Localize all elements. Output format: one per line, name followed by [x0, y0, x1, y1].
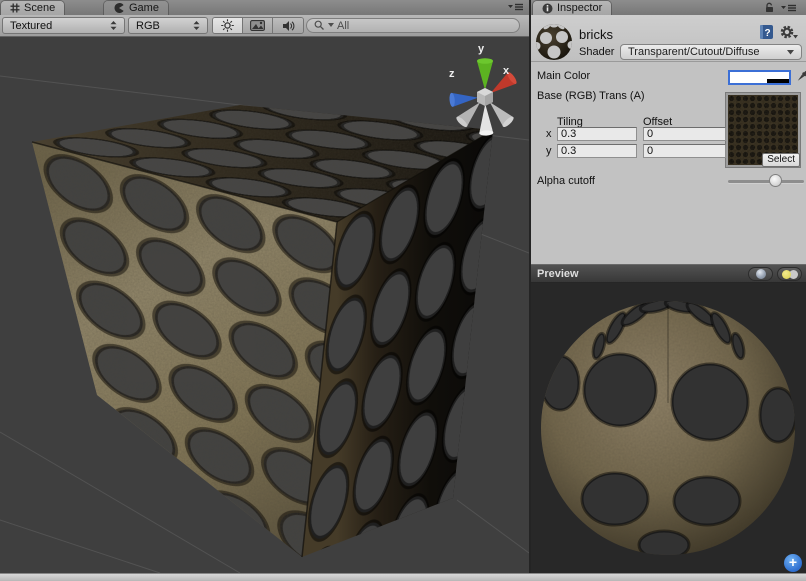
skybox-toggle-button[interactable] — [243, 18, 273, 33]
search-value: All — [337, 20, 349, 32]
main-color-swatch[interactable] — [728, 70, 791, 85]
scene-viewport[interactable]: y x z — [0, 37, 529, 573]
eyedropper-icon[interactable] — [795, 69, 806, 84]
main-color-label: Main Color — [537, 70, 590, 82]
lock-icon[interactable] — [764, 2, 775, 13]
base-texture-thumbnail[interactable]: Select — [725, 92, 801, 168]
tab-scene[interactable]: Scene — [1, 1, 64, 15]
gear-icon[interactable] — [779, 24, 799, 40]
tab-inspector-label: Inspector — [557, 2, 602, 14]
texture-select-button[interactable]: Select — [762, 153, 800, 167]
color-channel-dropdown[interactable]: RGB — [128, 17, 208, 34]
sun-icon — [221, 19, 234, 32]
sphere-icon — [756, 269, 766, 279]
inspector-panel: bricks Shader Transparent/Cutout/Diffuse… — [531, 15, 806, 264]
tab-game[interactable]: Game — [104, 1, 168, 15]
inspector-menu-icon[interactable] — [781, 3, 797, 13]
material-sphere-icon — [534, 21, 574, 61]
alpha-cutoff-slider-thumb[interactable] — [769, 174, 782, 187]
alpha-bar — [767, 79, 789, 83]
inspector-strip-icons — [764, 2, 797, 13]
updown-arrows-icon — [193, 21, 200, 30]
preview-sphere[interactable] — [531, 283, 806, 573]
gizmo-x-label: x — [503, 65, 510, 77]
gizmo-y-label: y — [478, 43, 485, 55]
tab-game-label: Game — [129, 2, 159, 14]
unity-editor-window: Scene Game Textured RGB — [0, 0, 806, 581]
updown-arrows-icon — [110, 21, 117, 30]
shader-label: Shader — [579, 46, 614, 58]
search-filter-arrow-icon — [328, 23, 334, 28]
preview-body[interactable]: + — [531, 283, 806, 573]
base-map-label: Base (RGB) Trans (A) — [537, 90, 645, 102]
search-icon — [314, 20, 325, 31]
scene-toolbar: Textured RGB — [0, 15, 529, 37]
tiling-x-input[interactable] — [557, 127, 637, 141]
scene-panel-menu[interactable] — [508, 2, 524, 12]
scene-view-toggles — [212, 17, 304, 34]
svg-text:?: ? — [765, 28, 771, 39]
preview-header[interactable]: Preview — [531, 264, 806, 283]
audio-toggle-button[interactable] — [273, 18, 303, 33]
alpha-cutoff-slider-track[interactable] — [728, 180, 804, 183]
scene-tabstrip: Scene Game — [0, 0, 529, 15]
tiling-y-input[interactable] — [557, 144, 637, 158]
add-preview-button[interactable]: + — [784, 554, 802, 572]
preview-light-button[interactable] — [777, 267, 802, 281]
game-pacman-icon — [113, 2, 125, 14]
color-channel-value: RGB — [136, 20, 160, 32]
dropdown-arrow-icon — [787, 50, 794, 55]
panel-menu-icon — [508, 2, 524, 12]
preview-title: Preview — [537, 268, 579, 280]
preview-mesh-button[interactable] — [748, 267, 773, 281]
scene-search-field[interactable]: All — [306, 18, 520, 33]
render-mode-value: Textured — [10, 20, 52, 32]
row-x-label: x — [546, 128, 552, 140]
info-icon — [542, 3, 553, 14]
inspector-tabstrip: Inspector — [531, 0, 806, 15]
scene-grid-icon — [10, 3, 20, 13]
image-icon — [250, 20, 265, 31]
material-name: bricks — [579, 27, 613, 42]
help-icon[interactable]: ? — [759, 24, 774, 40]
speaker-icon — [282, 20, 295, 32]
row-y-label: y — [546, 145, 552, 157]
tab-scene-label: Scene — [24, 2, 55, 14]
shader-dropdown[interactable]: Transparent/Cutout/Diffuse — [620, 44, 802, 60]
tab-inspector[interactable]: Inspector — [533, 1, 611, 15]
render-mode-dropdown[interactable]: Textured — [2, 17, 125, 34]
alpha-cutoff-label: Alpha cutoff — [537, 175, 595, 187]
gizmo-z-label: z — [449, 68, 455, 80]
shader-value: Transparent/Cutout/Diffuse — [628, 46, 759, 58]
lighting-toggle-button[interactable] — [213, 18, 243, 33]
offset-x-input[interactable] — [643, 127, 726, 141]
status-bar — [0, 573, 806, 581]
offset-y-input[interactable] — [643, 144, 726, 158]
light-icon — [782, 269, 798, 279]
